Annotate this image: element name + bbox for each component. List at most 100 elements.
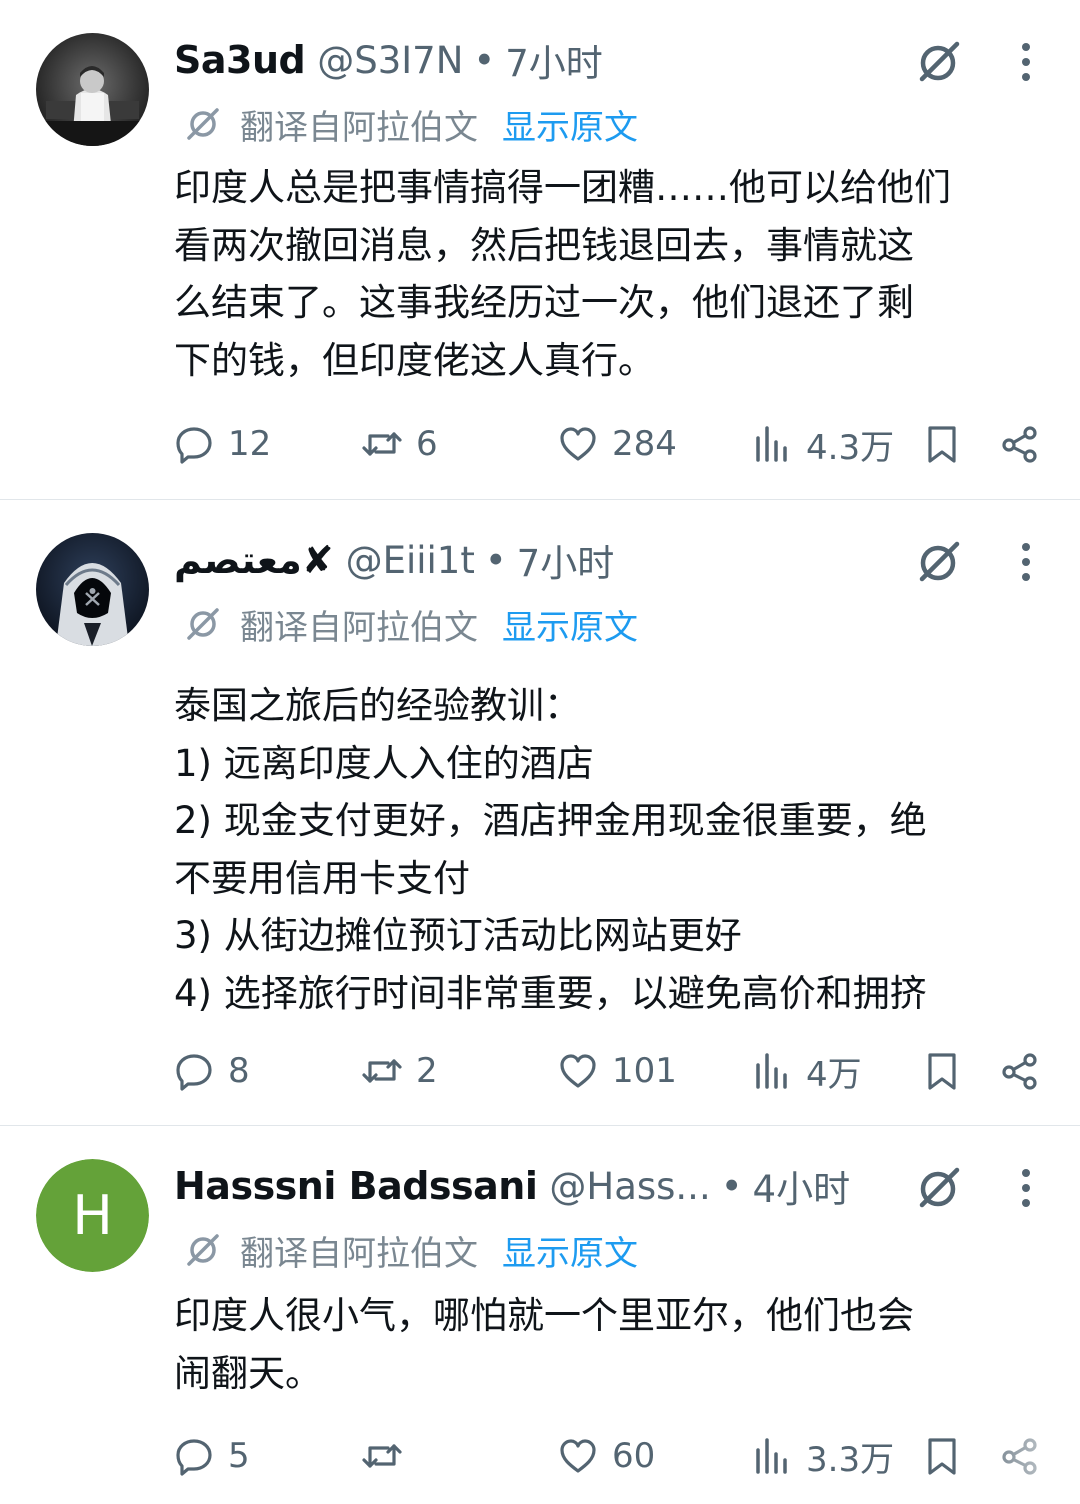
share-icon	[1000, 1051, 1040, 1091]
tweet-text-line: 下的钱，但印度佬这人真行。	[174, 338, 655, 382]
translate-icon	[184, 1231, 222, 1269]
retweet-button[interactable]: 2	[362, 1043, 438, 1099]
retweet-button[interactable]	[362, 1428, 416, 1484]
separator-dot: •	[473, 38, 496, 82]
translation-notice: 翻译自阿拉伯文 显示原文	[184, 600, 638, 648]
tweet-text-line: 2) 现金支付更好，酒店押金用现金很重要，绝	[174, 799, 927, 842]
more-options-icon[interactable]	[1016, 1168, 1036, 1208]
tweet-text-line: 印度人总是把事情搞得一团糟……他可以给他们	[174, 166, 951, 209]
tweet[interactable]: معتصم✘ @Eiii1t • 7小时 翻译自阿拉伯文 显示原文 泰国之旅后的…	[0, 500, 1080, 1126]
views-button[interactable]: 3.3万	[752, 1428, 894, 1484]
reply-count: 8	[228, 1051, 250, 1091]
translated-from-label: 翻译自阿拉伯文	[240, 1233, 478, 1274]
bookmark-icon	[922, 1051, 962, 1091]
translated-from-label: 翻译自阿拉伯文	[240, 607, 478, 648]
tweet-text-line: 1) 远离印度人入住的酒店	[174, 741, 594, 785]
action-bar: 5 60 3.3万	[174, 1428, 1046, 1484]
retweet-icon	[362, 1436, 402, 1476]
timestamp[interactable]: 4小时	[753, 1159, 851, 1213]
like-count: 101	[612, 1051, 677, 1091]
retweet-count: 2	[416, 1051, 438, 1091]
reply-count: 12	[228, 424, 272, 464]
hooded-figure-avatar-icon	[36, 533, 149, 646]
action-bar: 8 2 101 4万	[174, 1043, 1046, 1099]
more-options-icon[interactable]	[1016, 542, 1036, 582]
views-chart-icon	[752, 424, 792, 464]
action-bar: 12 6 284 4.3万	[174, 416, 1046, 472]
tweet-text-line: 不要用信用卡支付	[174, 856, 470, 900]
user-handle[interactable]: @Hass...	[549, 1165, 710, 1208]
display-name[interactable]: معتصم✘	[174, 538, 334, 582]
heart-icon	[558, 1051, 598, 1091]
timestamp[interactable]: 7小时	[505, 33, 603, 87]
person-photo-avatar-icon	[36, 33, 149, 146]
view-count: 3.3万	[806, 1439, 895, 1480]
bookmark-icon	[922, 1436, 962, 1476]
bookmark-icon	[922, 424, 962, 464]
display-name[interactable]: Hasssni Badssani	[174, 1164, 538, 1208]
bookmark-button[interactable]	[922, 1428, 962, 1484]
like-count: 60	[612, 1436, 656, 1476]
views-button[interactable]: 4.3万	[752, 416, 894, 472]
views-button[interactable]: 4万	[752, 1043, 862, 1099]
tweet-text-line: 印度人很小气，哪怕就一个里亚尔，他们也会	[174, 1294, 914, 1337]
reply-button[interactable]: 5	[174, 1428, 250, 1484]
grok-icon[interactable]	[913, 538, 963, 588]
tweet-text: 泰国之旅后的经验教训： 1) 远离印度人入住的酒店 2) 现金支付更好，酒店押金…	[174, 677, 1046, 1022]
timestamp[interactable]: 7小时	[517, 533, 615, 587]
separator-dot: •	[720, 1164, 743, 1208]
user-handle[interactable]: @Eiii1t	[346, 539, 475, 582]
retweet-icon	[362, 424, 402, 464]
display-name[interactable]: Sa3ud	[174, 38, 306, 82]
views-chart-icon	[752, 1051, 792, 1091]
translation-notice: 翻译自阿拉伯文 显示原文	[184, 100, 638, 148]
more-options-icon[interactable]	[1016, 42, 1036, 82]
avatar[interactable]	[36, 33, 149, 146]
grok-icon[interactable]	[913, 1164, 963, 1214]
like-button[interactable]: 284	[558, 416, 677, 472]
translated-from-label: 翻译自阿拉伯文	[240, 107, 478, 148]
heart-icon	[558, 424, 598, 464]
reply-button[interactable]: 12	[174, 416, 271, 472]
tweet-text: 印度人很小气，哪怕就一个里亚尔，他们也会 闹翻天。	[174, 1287, 1046, 1402]
tweet[interactable]: Sa3ud @S3I7N • 7小时 翻译自阿拉伯文 显示原文 印度人总是把事情…	[0, 0, 1080, 500]
tweet-text-line: 泰国之旅后的经验教训：	[174, 684, 581, 727]
tweet[interactable]: H Hasssni Badssani @Hass... • 4小时 翻译自阿拉伯…	[0, 1126, 1080, 1504]
translate-icon	[184, 105, 222, 143]
views-chart-icon	[752, 1436, 792, 1476]
view-count: 4万	[806, 1054, 862, 1095]
tweet-text-line: 3) 从街边摊位预订活动比网站更好	[174, 914, 742, 957]
retweet-button[interactable]: 6	[362, 416, 438, 472]
grok-icon[interactable]	[913, 38, 963, 88]
reply-icon	[174, 1051, 214, 1091]
retweet-icon	[362, 1051, 402, 1091]
translate-icon	[184, 605, 222, 643]
share-button[interactable]	[1000, 416, 1040, 472]
avatar[interactable]	[36, 533, 149, 646]
reply-icon	[174, 1436, 214, 1476]
tweet-text: 印度人总是把事情搞得一团糟……他可以给他们 看两次撤回消息，然后把钱退回去，事情…	[174, 159, 1046, 389]
reply-icon	[174, 424, 214, 464]
reply-button[interactable]: 8	[174, 1043, 250, 1099]
avatar[interactable]: H	[36, 1159, 149, 1272]
bookmark-button[interactable]	[922, 1043, 962, 1099]
like-button[interactable]: 101	[558, 1043, 677, 1099]
separator-dot: •	[484, 538, 507, 582]
translation-notice: 翻译自阿拉伯文 显示原文	[184, 1226, 638, 1274]
show-original-link[interactable]: 显示原文	[502, 1226, 638, 1275]
like-button[interactable]: 60	[558, 1428, 655, 1484]
user-handle[interactable]: @S3I7N	[317, 39, 463, 82]
tweet-text-line: 闹翻天。	[174, 1351, 322, 1395]
bookmark-button[interactable]	[922, 416, 962, 472]
share-button[interactable]	[1000, 1043, 1040, 1099]
tweet-text-line: 4) 选择旅行时间非常重要，以避免高价和拥挤	[174, 971, 927, 1015]
reply-feed: Sa3ud @S3I7N • 7小时 翻译自阿拉伯文 显示原文 印度人总是把事情…	[0, 0, 1080, 1504]
tweet-text-line: 么结束了。这事我经历过一次，他们退还了剩	[174, 281, 914, 324]
view-count: 4.3万	[806, 427, 895, 468]
show-original-link[interactable]: 显示原文	[502, 100, 638, 149]
reply-count: 5	[228, 1436, 250, 1476]
show-original-link[interactable]: 显示原文	[502, 600, 638, 649]
share-icon	[1000, 424, 1040, 464]
watermark-overlay	[960, 1424, 1080, 1504]
tweet-text-line: 看两次撤回消息，然后把钱退回去，事情就这	[174, 223, 914, 267]
